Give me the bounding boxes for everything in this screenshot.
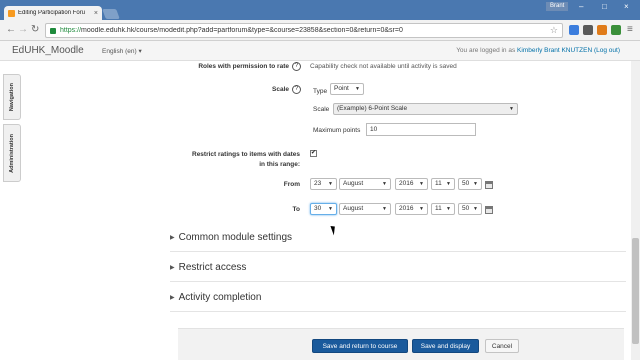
bookmark-star-icon[interactable]: ☆ — [550, 25, 558, 36]
chevron-down-icon: ▼ — [382, 206, 387, 212]
chevron-down-icon: ▼ — [473, 206, 478, 212]
help-icon[interactable]: ? — [292, 85, 301, 94]
scale-select[interactable]: (Example) 6-Point Scale ▼ — [333, 103, 518, 115]
to-hour-select[interactable]: 11 ▼ — [431, 203, 455, 215]
from-hour-select[interactable]: 11 ▼ — [431, 178, 455, 190]
extension-icon[interactable] — [583, 25, 593, 35]
from-minute-select[interactable]: 50 ▼ — [458, 178, 482, 190]
save-and-return-button[interactable]: Save and return to course — [312, 339, 408, 353]
calendar-icon[interactable] — [485, 206, 493, 214]
save-and-display-button[interactable]: Save and display — [412, 339, 479, 353]
restrict-dates-checkbox[interactable]: ✔ — [310, 150, 317, 157]
dock-tab-administration[interactable]: Administration — [3, 124, 21, 182]
from-month-select[interactable]: August ▼ — [339, 178, 391, 190]
dock-tab-navigation[interactable]: Navigation — [3, 74, 21, 120]
calendar-icon[interactable] — [485, 181, 493, 189]
site-header: EdUHK_Moodle English (en) ▾ You are logg… — [0, 41, 640, 61]
minimize-icon[interactable]: – — [579, 2, 583, 12]
cancel-button[interactable]: Cancel — [485, 339, 519, 353]
chevron-down-icon: ▼ — [328, 181, 333, 187]
profile-badge[interactable]: Brant — [546, 2, 569, 11]
section-restrict-access[interactable]: ▶ Restrict access — [170, 259, 246, 275]
type-label: Type — [313, 88, 328, 95]
chevron-down-icon: ▼ — [419, 181, 424, 187]
restrict-label-cont: in this range: — [259, 161, 300, 168]
page-scrollbar-thumb[interactable] — [632, 238, 639, 344]
to-month-select[interactable]: August ▼ — [339, 203, 391, 215]
dock-label: Administration — [9, 133, 15, 173]
from-year-select[interactable]: 2016 ▼ — [395, 178, 428, 190]
to-day-select[interactable]: 30 ▼ — [310, 203, 337, 215]
roles-label: Roles with permission to rate — [198, 63, 289, 70]
moodle-favicon-icon — [8, 9, 15, 17]
tab-title: Editing Participation Foru — [18, 10, 86, 16]
to-minute-select[interactable]: 50 ▼ — [458, 203, 482, 215]
help-icon[interactable]: ? — [292, 62, 301, 71]
section-divider — [170, 281, 626, 282]
scale-type-select[interactable]: Point ▼ — [330, 83, 364, 95]
browser-toolbar: ← → ↻ https://moodle.eduhk.hk/course/mod… — [0, 20, 640, 41]
chevron-down-icon: ▼ — [509, 106, 514, 112]
language-menu[interactable]: English (en) ▾ — [102, 47, 142, 55]
extension-icon[interactable] — [611, 25, 621, 35]
user-profile-link[interactable]: Kimberly Brant KNUTZEN — [517, 47, 592, 54]
chevron-down-icon: ▼ — [446, 181, 451, 187]
back-arrow-icon[interactable]: ← — [6, 24, 16, 36]
to-label: To — [292, 206, 300, 213]
chevron-down-icon: ▼ — [328, 206, 333, 212]
url-text: https://moodle.eduhk.hk/course/modedit.p… — [60, 27, 403, 34]
scale-label: Scale — [272, 86, 289, 93]
logout-link[interactable]: (Log out) — [594, 47, 620, 54]
chevron-down-icon: ▼ — [446, 206, 451, 212]
expand-arrow-icon: ▶ — [170, 264, 175, 271]
site-brand[interactable]: EdUHK_Moodle — [12, 45, 84, 56]
section-divider — [170, 311, 626, 312]
expand-arrow-icon: ▶ — [170, 294, 175, 301]
lock-icon — [50, 27, 56, 34]
restrict-label: Restrict ratings to items with dates — [192, 151, 300, 158]
browser-tab[interactable]: Editing Participation Foru × — [4, 6, 102, 20]
max-points-input[interactable]: 10 — [366, 123, 476, 136]
extension-icon[interactable] — [597, 25, 607, 35]
extension-icon[interactable] — [569, 25, 579, 35]
reload-icon[interactable]: ↻ — [31, 24, 39, 36]
max-points-label: Maximum points — [313, 127, 361, 134]
login-info: You are logged in as Kimberly Brant KNUT… — [456, 47, 620, 54]
new-tab-button[interactable] — [102, 9, 120, 19]
address-bar[interactable]: https://moodle.eduhk.hk/course/modedit.p… — [45, 23, 563, 38]
roles-value: Capability check not available until act… — [310, 63, 457, 70]
chevron-down-icon: ▼ — [419, 206, 424, 212]
tab-close-icon[interactable]: × — [94, 10, 98, 17]
chevron-down-icon: ▼ — [473, 181, 478, 187]
forward-arrow-icon[interactable]: → — [18, 24, 28, 36]
section-divider — [170, 251, 626, 252]
browser-menu-icon[interactable]: ≡ — [627, 24, 633, 36]
from-day-select[interactable]: 23 ▼ — [310, 178, 337, 190]
chevron-down-icon: ▼ — [382, 181, 387, 187]
chevron-down-icon: ▼ — [355, 86, 360, 92]
section-title: Activity completion — [178, 291, 262, 303]
close-window-icon[interactable]: × — [624, 2, 629, 12]
mouse-cursor-icon — [330, 224, 338, 236]
browser-titlebar: Editing Participation Foru × Brant – □ × — [0, 0, 640, 20]
dock-label: Navigation — [9, 82, 15, 112]
section-common-module-settings[interactable]: ▶ Common module settings — [170, 229, 292, 245]
from-label: From — [283, 181, 300, 188]
expand-arrow-icon: ▶ — [170, 234, 175, 241]
to-year-select[interactable]: 2016 ▼ — [395, 203, 428, 215]
scale-sublabel: Scale — [313, 106, 330, 113]
section-activity-completion[interactable]: ▶ Activity completion — [170, 289, 261, 305]
section-title: Common module settings — [178, 231, 293, 243]
maximize-icon[interactable]: □ — [602, 2, 607, 12]
section-title: Restrict access — [178, 261, 247, 273]
